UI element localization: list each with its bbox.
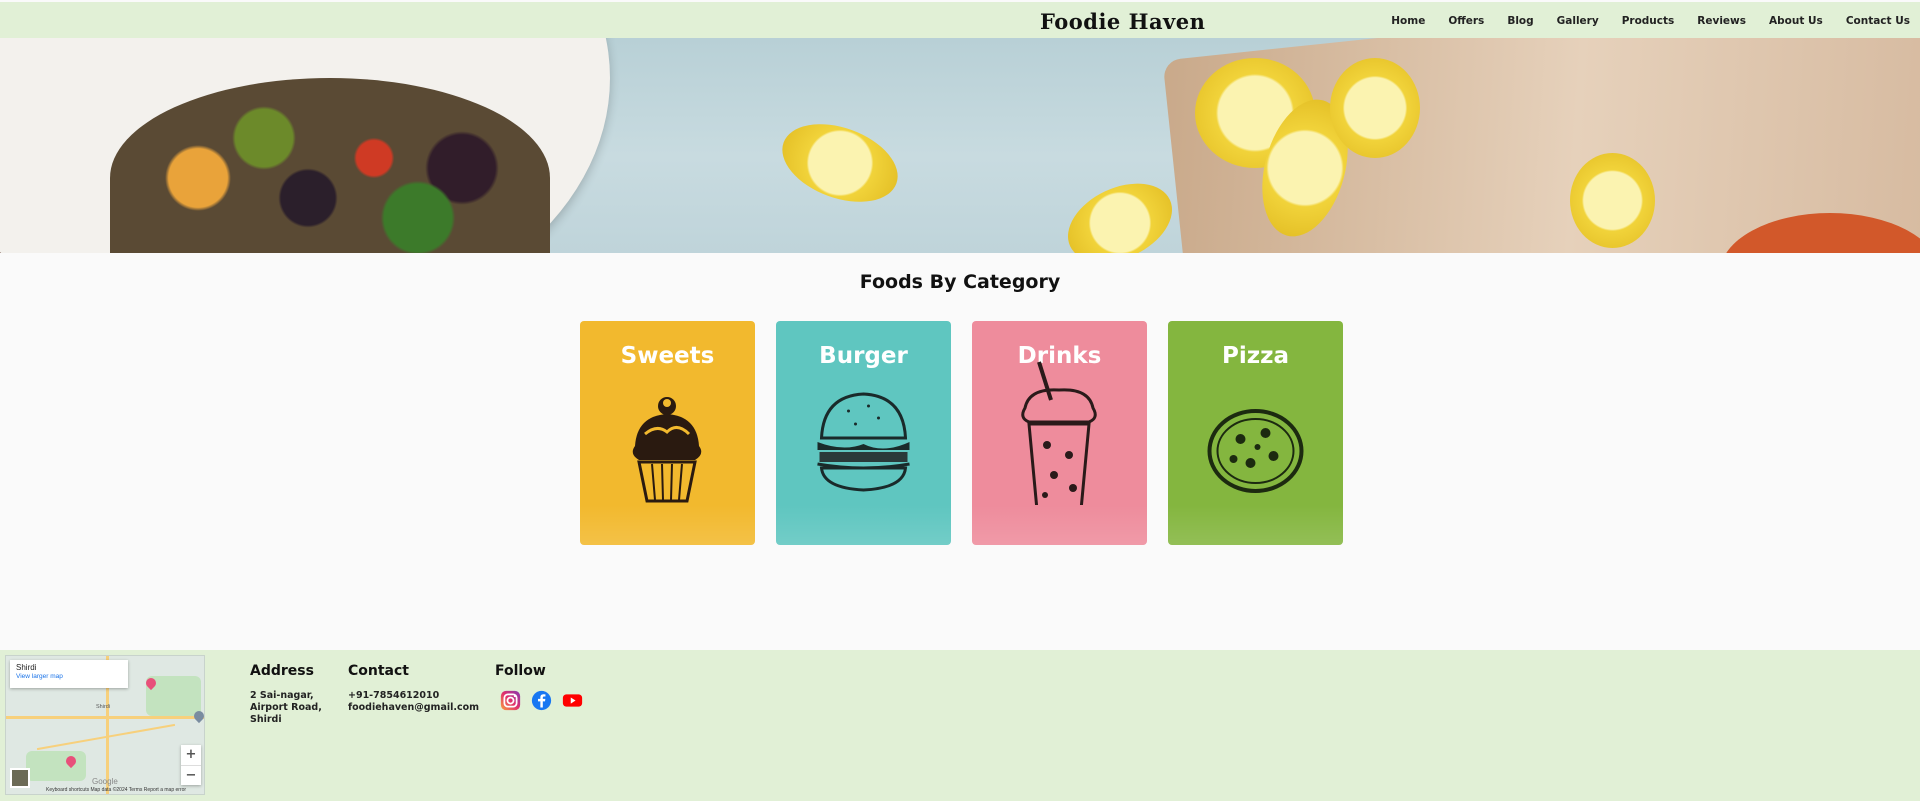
lemon-slice bbox=[1055, 168, 1185, 253]
category-card-burger[interactable]: Burger bbox=[776, 321, 951, 545]
map-info-box: Shirdi View larger map bbox=[10, 660, 128, 688]
footer-follow: Follow bbox=[495, 663, 583, 711]
nav-reviews[interactable]: Reviews bbox=[1697, 15, 1746, 27]
nav-contact-us[interactable]: Contact Us bbox=[1846, 15, 1910, 27]
nav-offers[interactable]: Offers bbox=[1448, 15, 1484, 27]
zoom-out-button[interactable]: − bbox=[181, 766, 201, 786]
pizza-icon bbox=[1207, 409, 1304, 493]
google-logo: Google bbox=[92, 777, 118, 786]
card-fade bbox=[1168, 505, 1343, 545]
social-links bbox=[500, 690, 583, 711]
lemon-slice bbox=[1570, 153, 1655, 248]
address-line: Shirdi bbox=[250, 714, 282, 725]
card-label: Sweets bbox=[620, 343, 715, 369]
card-label: Pizza bbox=[1221, 343, 1290, 369]
brand-logo[interactable]: Foodie Haven bbox=[1040, 9, 1205, 34]
card-label: Burger bbox=[819, 343, 908, 369]
map-attribution: Keyboard shortcuts Map data ©2024 Terms … bbox=[46, 787, 187, 793]
category-card-sweets[interactable]: Sweets bbox=[580, 321, 755, 545]
nav-products[interactable]: Products bbox=[1622, 15, 1675, 27]
follow-heading: Follow bbox=[495, 663, 546, 679]
nav-gallery[interactable]: Gallery bbox=[1557, 15, 1599, 27]
category-section-title: Foods By Category bbox=[859, 271, 1061, 293]
map-park bbox=[26, 751, 86, 781]
nav-blog[interactable]: Blog bbox=[1507, 15, 1533, 27]
youtube-icon[interactable] bbox=[562, 690, 583, 711]
map-label: Shirdi bbox=[96, 704, 111, 710]
site-footer: Shirdi Shirdi View larger map + − Google… bbox=[0, 650, 1920, 801]
contact-phone[interactable]: +91-7854612010 bbox=[348, 690, 479, 702]
map-zoom-control: + − bbox=[181, 745, 201, 785]
footer-contact: Contact +91-7854612010 foodiehaven@gmail… bbox=[348, 663, 479, 714]
category-cards: Sweets Burger Drinks Pizza bbox=[580, 321, 1343, 545]
address-line: Airport Road, bbox=[250, 702, 322, 713]
main-nav: Home Offers Blog Gallery Products Review… bbox=[1368, 15, 1910, 27]
card-fade bbox=[972, 505, 1147, 545]
embedded-map[interactable]: Shirdi Shirdi View larger map + − Google… bbox=[5, 655, 205, 795]
category-card-drinks[interactable]: Drinks bbox=[972, 321, 1147, 545]
burger-icon bbox=[817, 392, 910, 492]
hero-banner bbox=[0, 38, 1920, 253]
nav-home[interactable]: Home bbox=[1391, 15, 1425, 27]
address-heading: Address bbox=[250, 663, 314, 679]
category-card-pizza[interactable]: Pizza bbox=[1168, 321, 1343, 545]
lemon-slice bbox=[1330, 58, 1420, 158]
card-fade bbox=[776, 505, 951, 545]
contact-email[interactable]: foodiehaven@gmail.com bbox=[348, 702, 479, 714]
milkshake-icon bbox=[1021, 361, 1097, 505]
lemon-slice bbox=[771, 109, 909, 217]
nav-about-us[interactable]: About Us bbox=[1769, 15, 1823, 27]
facebook-icon[interactable] bbox=[531, 690, 552, 711]
card-fade bbox=[580, 505, 755, 545]
address-line: 2 Sai-nagar, bbox=[250, 690, 314, 701]
contact-heading: Contact bbox=[348, 663, 409, 679]
street-view-icon[interactable] bbox=[10, 768, 30, 788]
zoom-in-button[interactable]: + bbox=[181, 745, 201, 766]
instagram-icon[interactable] bbox=[500, 690, 521, 711]
cupcake-icon bbox=[632, 397, 702, 503]
view-larger-map-link[interactable]: View larger map bbox=[16, 673, 122, 680]
site-header: Foodie Haven Home Offers Blog Gallery Pr… bbox=[0, 0, 1920, 38]
footer-address: Address 2 Sai-nagar, Airport Road, Shird… bbox=[250, 663, 330, 726]
map-place-name: Shirdi bbox=[16, 663, 37, 672]
